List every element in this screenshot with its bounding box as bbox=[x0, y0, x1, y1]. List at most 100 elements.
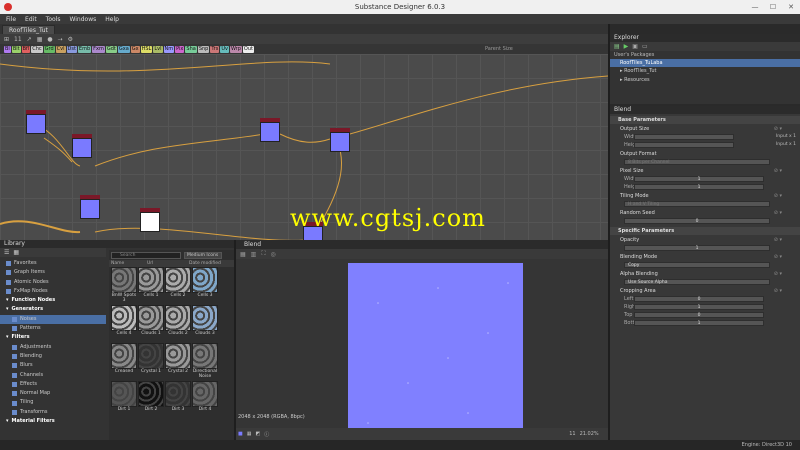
minimize-button[interactable]: — bbox=[746, 0, 764, 14]
column-name[interactable]: Name bbox=[109, 260, 147, 267]
zoom-level[interactable]: 21.02% bbox=[580, 431, 599, 437]
grid-view-icon[interactable]: ▦ bbox=[13, 249, 19, 256]
link-icon[interactable]: ⊘ ▾ bbox=[774, 237, 782, 243]
tree-item-resources[interactable]: ▸ Resources bbox=[610, 76, 800, 85]
library-tree-item[interactable]: Effects bbox=[0, 380, 106, 389]
width-mode[interactable]: Input x 1 bbox=[776, 134, 796, 139]
library-tree-item[interactable]: Blending bbox=[0, 352, 106, 361]
crop-left-slider[interactable]: 0 bbox=[634, 296, 764, 302]
height-slider[interactable] bbox=[634, 142, 734, 148]
link-icon[interactable]: ⊘ ▾ bbox=[774, 271, 782, 277]
histogram-icon[interactable]: ▥ bbox=[251, 251, 257, 258]
atomic-node-chip[interactable]: Uv bbox=[220, 45, 229, 53]
texture-preview[interactable] bbox=[348, 263, 523, 438]
library-tree-item[interactable]: ▾ Material Filters bbox=[0, 417, 106, 426]
maximize-button[interactable]: ☐ bbox=[764, 0, 782, 14]
frame-icon[interactable]: ⊞ bbox=[4, 36, 9, 43]
library-tree-item[interactable]: Noises bbox=[0, 314, 106, 325]
atomic-node-chip[interactable]: Snp bbox=[197, 45, 210, 53]
column-url[interactable]: Url bbox=[147, 260, 189, 267]
column-date[interactable]: Date modified bbox=[189, 260, 221, 267]
crop-right-slider[interactable]: 1 bbox=[634, 304, 764, 310]
tile-icon[interactable]: ▦ bbox=[247, 431, 252, 437]
library-thumbnail[interactable]: Cells 2 bbox=[165, 267, 191, 305]
library-tree-item[interactable]: Normal Map bbox=[0, 389, 106, 398]
new-graph-icon[interactable]: ▤ bbox=[614, 43, 620, 50]
width-slider[interactable] bbox=[634, 134, 734, 140]
library-tree-item[interactable]: ▾ Generators bbox=[0, 305, 106, 314]
gear-icon[interactable]: ⚙ bbox=[68, 36, 73, 43]
atomic-node-chip[interactable]: Bl bbox=[4, 45, 11, 53]
menu-windows[interactable]: Windows bbox=[69, 16, 96, 23]
library-tree-item[interactable]: Atomic Nodes bbox=[0, 278, 106, 287]
atomic-node-chip[interactable]: Sha bbox=[185, 45, 197, 53]
camera-icon[interactable]: ◎ bbox=[271, 251, 276, 258]
library-tree-item[interactable]: Favorites bbox=[0, 259, 106, 268]
menu-help[interactable]: Help bbox=[105, 16, 119, 23]
atomic-node-chip[interactable]: Grd bbox=[43, 45, 55, 53]
link-icon[interactable]: ⇢ bbox=[58, 36, 63, 43]
random-seed-slider[interactable]: 0 bbox=[624, 218, 770, 224]
crop-bottom-slider[interactable]: 1 bbox=[634, 320, 764, 326]
library-tree-item[interactable]: FxMap Nodes bbox=[0, 287, 106, 296]
search-input[interactable]: Search bbox=[111, 251, 181, 259]
package-item[interactable]: RoofTiles_TuLaba bbox=[610, 59, 800, 67]
alpha-icon[interactable]: ◩ bbox=[255, 431, 260, 437]
link-icon[interactable]: ⊘ ▾ bbox=[774, 126, 782, 132]
atomic-node-chip[interactable]: Emb bbox=[77, 45, 92, 53]
menu-edit[interactable]: Edit bbox=[25, 16, 37, 23]
library-thumbnail[interactable]: Dirt 3 bbox=[165, 381, 191, 419]
library-thumbnail[interactable]: Dirt 2 bbox=[138, 381, 164, 419]
link-icon[interactable]: ⊘ ▾ bbox=[774, 210, 782, 216]
library-thumbnail[interactable]: Clouds 1 bbox=[138, 305, 164, 343]
tiling-mode-select[interactable]: H and V Tiling bbox=[624, 201, 770, 207]
library-thumbnail[interactable]: Crystal 1 bbox=[138, 343, 164, 381]
list-view-icon[interactable]: ☰ bbox=[4, 249, 9, 256]
grid-icon[interactable]: ▦ bbox=[37, 36, 43, 43]
play-icon[interactable]: ▶ bbox=[624, 43, 629, 50]
graph-node[interactable] bbox=[72, 134, 92, 158]
menu-tools[interactable]: Tools bbox=[46, 16, 61, 23]
channel-icon[interactable]: ▦ bbox=[240, 251, 246, 258]
close-button[interactable]: ✕ bbox=[782, 0, 800, 14]
link-icon[interactable]: ⊘ ▾ bbox=[774, 168, 782, 174]
graph-node[interactable] bbox=[26, 110, 46, 134]
atomic-node-chip[interactable]: Chc bbox=[31, 45, 43, 53]
atomic-node-chip[interactable]: Nm bbox=[163, 45, 175, 53]
atomic-node-chip[interactable]: Lvl bbox=[153, 45, 163, 53]
atomic-node-chip[interactable]: Out bbox=[242, 45, 254, 53]
graph-node[interactable] bbox=[260, 118, 280, 142]
crop-top-slider[interactable]: 0 bbox=[634, 312, 764, 318]
fit-icon[interactable]: ⛶ bbox=[261, 250, 265, 258]
library-tree-item[interactable]: Transforms bbox=[0, 408, 106, 417]
zoom-level[interactable]: 11 bbox=[14, 36, 22, 43]
dot-icon[interactable]: ● bbox=[47, 36, 52, 43]
link-icon[interactable]: ⊘ ▾ bbox=[774, 254, 782, 260]
thumb-size-select[interactable]: Medium Icons bbox=[184, 251, 222, 259]
atomic-node-chip[interactable]: Gxa bbox=[117, 45, 130, 53]
library-thumbnail[interactable]: Cells 3 bbox=[192, 267, 218, 305]
pixel-height-slider[interactable]: 1 bbox=[634, 184, 764, 190]
height-mode[interactable]: Input x 1 bbox=[776, 142, 796, 147]
arrow-icon[interactable]: ↗ bbox=[27, 36, 32, 43]
blending-mode-select[interactable]: Copy bbox=[624, 262, 770, 268]
library-thumbnail[interactable]: Creased bbox=[111, 343, 137, 381]
link-icon[interactable]: ⊘ ▾ bbox=[774, 288, 782, 294]
atomic-node-chip[interactable]: Wrp bbox=[229, 45, 242, 53]
atomic-node-chip[interactable]: Pix bbox=[175, 45, 185, 53]
library-thumbnail[interactable]: BnW Spots 3 bbox=[111, 267, 137, 305]
library-thumbnail[interactable]: Clouds 3 bbox=[192, 305, 218, 343]
color-square-icon[interactable]: ■ bbox=[238, 431, 243, 437]
library-thumbnail[interactable]: Cells 4 bbox=[111, 305, 137, 343]
atomic-node-chip[interactable]: Trs bbox=[210, 45, 220, 53]
library-tree-item[interactable]: ▾ Filters bbox=[0, 333, 106, 342]
library-tree-item[interactable]: Graph Items bbox=[0, 268, 106, 277]
library-thumbnail[interactable]: Dirt 1 bbox=[111, 381, 137, 419]
library-tree-item[interactable]: Blurs bbox=[0, 361, 106, 370]
atomic-node-chip[interactable]: Dst bbox=[66, 45, 77, 53]
library-thumbnail[interactable]: Crystal 2 bbox=[165, 343, 191, 381]
atomic-node-chip[interactable]: Fxm bbox=[92, 45, 105, 53]
pixel-width-slider[interactable]: 1 bbox=[634, 176, 764, 182]
blend-node[interactable] bbox=[330, 128, 350, 152]
atomic-node-chip[interactable]: Gx bbox=[130, 45, 140, 53]
